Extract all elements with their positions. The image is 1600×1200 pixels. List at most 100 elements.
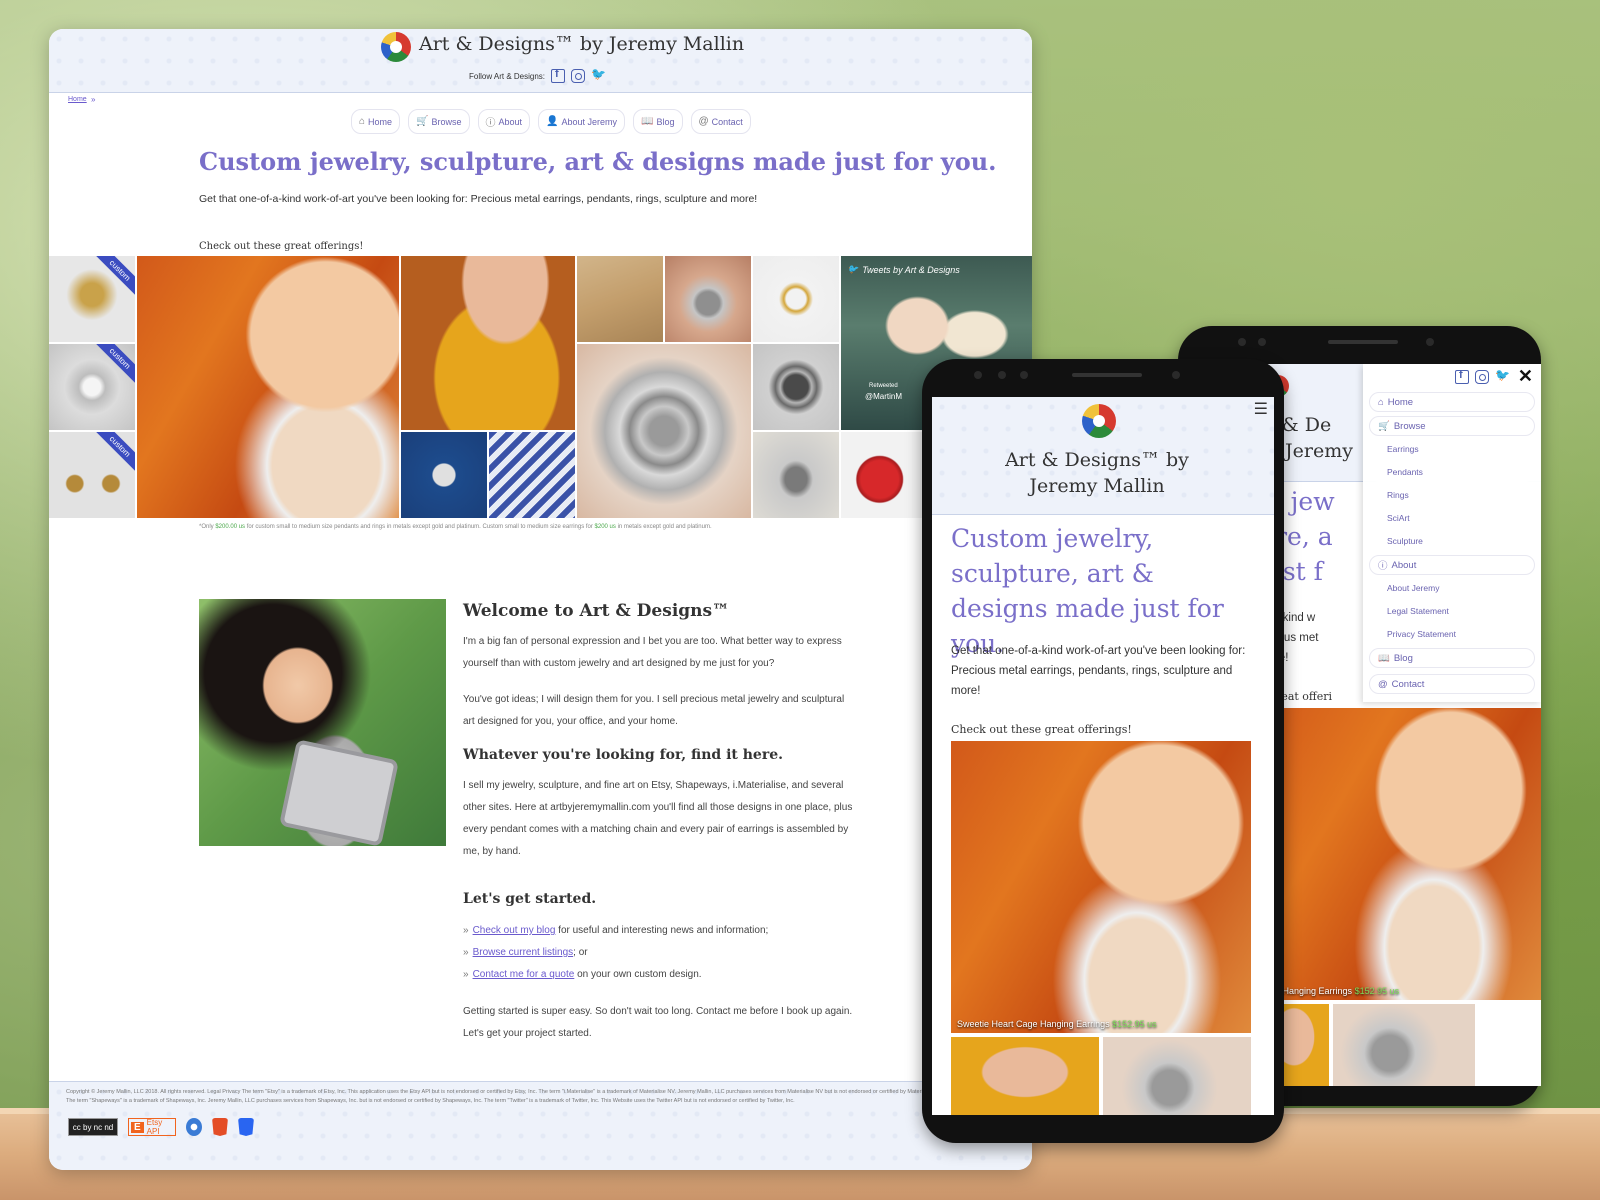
- instagram-icon[interactable]: [1475, 370, 1489, 384]
- phone-camera: [1238, 338, 1246, 346]
- gallery-tile-cage-pendant[interactable]: [577, 344, 751, 518]
- creative-commons-badge[interactable]: cc by nc nd: [68, 1118, 118, 1136]
- custom-ribbon: custom: [95, 432, 135, 472]
- etsy-api-badge[interactable]: E Etsy API: [128, 1118, 176, 1136]
- note-price: $200 us: [594, 524, 616, 530]
- facebook-icon[interactable]: [551, 68, 566, 83]
- p1-thumb-cage[interactable]: [1103, 1037, 1251, 1115]
- twitter-icon[interactable]: [1495, 368, 1510, 384]
- menu-item-sculpture[interactable]: Sculpture: [1369, 531, 1535, 551]
- nav-item-browse[interactable]: 🛒 Browse: [408, 109, 470, 134]
- phone-speaker: [1072, 373, 1142, 377]
- menu-item-pendants[interactable]: Pendants: [1369, 462, 1535, 482]
- breadcrumb-home[interactable]: Home: [68, 96, 87, 103]
- site-logo[interactable]: [381, 32, 411, 62]
- twitter-icon[interactable]: [591, 67, 606, 83]
- info-icon: ⓘ: [485, 118, 496, 129]
- gallery-tile-band-ring[interactable]: [753, 344, 839, 430]
- gallery-tile-star-pendant[interactable]: [401, 432, 487, 518]
- p1-hero-subtitle: Get that one-of-a-kind work-of-art you'v…: [951, 645, 1246, 697]
- menu-label: Legal Statement: [1387, 606, 1449, 616]
- caption-price: $152.95 us: [1112, 1019, 1157, 1029]
- facebook-icon[interactable]: [1455, 369, 1469, 384]
- gallery-tile-star-ring[interactable]: [753, 256, 839, 342]
- nav-item-contact[interactable]: @ Contact: [690, 109, 751, 134]
- welcome-paragraph-1: I'm a big fan of personal expression and…: [463, 636, 842, 669]
- main-nav: ⌂ Home 🛒 Browse ⓘ About 👤 About Jeremy 📖 Blog…: [351, 109, 751, 134]
- menu-item-contact[interactable]: @ Contact: [1369, 674, 1535, 694]
- p1-hero-title: Custom jewelry, sculpture, art & designs…: [951, 524, 1224, 658]
- menu-item-about-jeremy[interactable]: About Jeremy: [1369, 578, 1535, 598]
- gallery-tile-engraved-ring[interactable]: [753, 432, 839, 518]
- gallery-tile-shipping-boxes[interactable]: [577, 256, 663, 342]
- menu-item-earrings[interactable]: Earrings: [1369, 439, 1535, 459]
- menu-item-blog[interactable]: 📖 Blog: [1369, 648, 1535, 668]
- gallery-tile-heart-ring[interactable]: custom: [49, 344, 135, 430]
- p2-thumb-cage[interactable]: [1333, 1004, 1475, 1086]
- menu-item-privacy[interactable]: Privacy Statement: [1369, 624, 1535, 644]
- gallery-tile-apple[interactable]: [841, 432, 927, 518]
- p1-header: ☰ Art & Designs™ by Jeremy Mallin: [932, 397, 1274, 515]
- nav-label: About: [498, 116, 523, 127]
- nav-item-about-jeremy[interactable]: 👤 About Jeremy: [538, 109, 626, 134]
- nav-item-about[interactable]: ⓘ About: [477, 109, 531, 134]
- gallery-tile-star-earrings[interactable]: custom: [49, 432, 135, 518]
- note-price: $200.00 us: [215, 524, 246, 530]
- p1-product-photo[interactable]: Sweetie Heart Cage Hanging Earrings $152…: [951, 741, 1251, 1033]
- gallery-tile-knot-pendant[interactable]: [489, 432, 575, 518]
- gallery-tile-smiling-model[interactable]: [401, 256, 575, 430]
- menu-label: Privacy Statement: [1387, 629, 1456, 639]
- menu-label: About Jeremy: [1387, 583, 1440, 593]
- css3-icon[interactable]: [238, 1118, 254, 1136]
- nav-item-home[interactable]: ⌂ Home: [351, 109, 401, 134]
- gallery-tile-phoenix-pendant[interactable]: custom: [49, 256, 135, 342]
- twitter-handle[interactable]: @MartinM: [865, 392, 902, 401]
- settings-badge-icon[interactable]: [186, 1118, 202, 1136]
- menu-item-home[interactable]: ⌂ Home: [1369, 392, 1535, 412]
- p2-product-photo[interactable]: age Hanging Earrings $152.95 us: [1259, 708, 1541, 1000]
- link-rest-text: ; or: [573, 947, 588, 958]
- p2-photo-caption: age Hanging Earrings $152.95 us: [1265, 986, 1399, 996]
- menu-item-rings[interactable]: Rings: [1369, 485, 1535, 505]
- blog-link[interactable]: Check out my blog: [473, 925, 556, 936]
- home-icon: ⌂: [1378, 396, 1384, 408]
- instagram-icon[interactable]: [571, 69, 586, 83]
- pricing-note: *Only $200.00 us for custom small to med…: [199, 524, 712, 530]
- twitter-retweeted: Retweeted: [869, 383, 898, 389]
- phone-topbar: [1178, 326, 1541, 362]
- at-icon: @: [698, 116, 709, 127]
- menu-label: Contact: [1391, 678, 1425, 690]
- html5-icon[interactable]: [212, 1118, 228, 1136]
- gallery-tile-model-earring[interactable]: [137, 256, 399, 518]
- menu-item-legal[interactable]: Legal Statement: [1369, 601, 1535, 621]
- book-icon: 📖: [1378, 652, 1390, 664]
- p1-site-title: Art & Designs™ by Jeremy Mallin: [1005, 449, 1189, 497]
- close-icon[interactable]: ✕: [1518, 366, 1533, 387]
- site-title[interactable]: Art & Designs™ by Jeremy Mallin: [419, 33, 744, 55]
- contact-quote-link[interactable]: Contact me for a quote: [473, 969, 575, 980]
- hamburger-menu-icon[interactable]: ☰: [1254, 399, 1268, 419]
- nav-item-blog[interactable]: 📖 Blog: [633, 109, 683, 134]
- phone-camera: [1020, 371, 1028, 379]
- phone-speaker: [1328, 340, 1398, 344]
- info-icon: ⓘ: [1378, 561, 1388, 572]
- phone-camera: [1426, 338, 1434, 346]
- footer-badges: cc by nc nd E Etsy API: [68, 1118, 254, 1136]
- p1-thumb-smile[interactable]: [951, 1037, 1099, 1115]
- follow-bar: Follow Art & Designs:: [469, 67, 606, 83]
- menu-item-browse[interactable]: 🛒 Browse: [1369, 416, 1535, 436]
- menu-item-sciart[interactable]: SciArt: [1369, 508, 1535, 528]
- menu-item-about[interactable]: ⓘ About: [1369, 555, 1535, 575]
- follow-label: Follow Art & Designs:: [469, 71, 546, 81]
- browse-link[interactable]: Browse current listings: [473, 947, 574, 958]
- gallery-tile-heart-locket[interactable]: [665, 256, 751, 342]
- menu-label: Sculpture: [1387, 536, 1423, 546]
- product-gallery: custom custom custom 🐦 Tweets by Art & D…: [49, 256, 1032, 518]
- p1-logo[interactable]: [1082, 404, 1116, 438]
- note-prefix: *Only: [199, 524, 216, 530]
- menu-label: Earrings: [1387, 444, 1419, 454]
- desktop-browser-window: Art & Designs™ by Jeremy Mallin Follow A…: [49, 29, 1032, 1170]
- menu-label: Browse: [1393, 420, 1426, 432]
- welcome-photo: [199, 599, 446, 846]
- book-icon: 📖: [641, 116, 654, 127]
